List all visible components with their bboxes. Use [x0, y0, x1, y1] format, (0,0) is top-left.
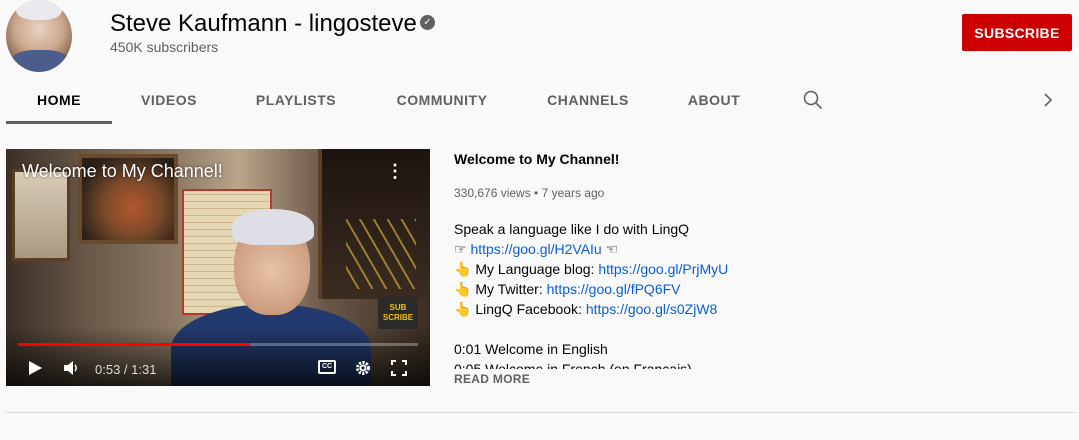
search-icon[interactable]	[803, 90, 823, 110]
subscriber-count: 450K subscribers	[110, 39, 219, 55]
channel-tabs: HOME VIDEOS PLAYLISTS COMMUNITY CHANNELS…	[0, 76, 1079, 124]
tab-videos[interactable]: VIDEOS	[118, 76, 220, 124]
description-line-blog: 👆 My Language blog: https://goo.gl/PrjMy…	[454, 259, 854, 279]
more-vert-icon[interactable]: ⋮	[386, 161, 404, 181]
timestamp-link[interactable]: 0:05 Welcome in French (en Français)	[454, 361, 692, 369]
channel-header: Steve Kaufmann - lingosteve ✓ 450K subsc…	[0, 0, 1079, 80]
verified-icon: ✓	[420, 15, 435, 30]
video-metadata: 330,676 views • 7 years ago	[454, 186, 605, 200]
captions-icon[interactable]: CC	[318, 360, 336, 374]
tab-home[interactable]: HOME	[6, 76, 112, 124]
facebook-link[interactable]: https://goo.gl/s0ZjW8	[586, 301, 718, 317]
channel-name: Steve Kaufmann - lingosteve	[110, 10, 417, 37]
tab-about[interactable]: ABOUT	[676, 76, 752, 124]
video-frame	[12, 169, 70, 261]
video-frame	[346, 219, 416, 289]
avatar-shirt	[10, 50, 70, 72]
avatar-hair	[16, 0, 62, 20]
description-line-facebook: 👆 LingQ Facebook: https://goo.gl/s0ZjW8	[454, 299, 854, 319]
volume-icon[interactable]	[62, 359, 80, 377]
chevron-right-icon[interactable]	[1040, 90, 1056, 110]
featured-section: SUB SCRIBE Welcome to My Channel! ⋮ 0:53…	[0, 124, 1079, 440]
subscribe-watermark[interactable]: SUB SCRIBE	[378, 297, 418, 329]
progress-fill	[18, 343, 250, 346]
lingq-link[interactable]: https://goo.gl/H2VAIu	[470, 241, 601, 257]
read-more-button[interactable]: READ MORE	[454, 372, 530, 386]
pointing-hand-icon: ☞	[454, 241, 471, 257]
description-gap	[454, 319, 854, 339]
facebook-label: 👆 LingQ Facebook:	[454, 301, 586, 317]
play-icon[interactable]	[26, 359, 44, 377]
tab-community[interactable]: COMMUNITY	[386, 76, 498, 124]
blog-link[interactable]: https://goo.gl/PrjMyU	[598, 261, 728, 277]
description-intro: Speak a language like I do with LingQ	[454, 221, 690, 237]
tab-playlists[interactable]: PLAYLISTS	[246, 76, 346, 124]
video-description: Speak a language like I do with LingQ ☞ …	[454, 219, 854, 369]
settings-gear-icon[interactable]	[354, 359, 372, 377]
fullscreen-icon[interactable]	[390, 359, 408, 377]
description-line-twitter: 👆 My Twitter: https://goo.gl/fPQ6FV	[454, 279, 854, 299]
twitter-label: 👆 My Twitter:	[454, 281, 547, 297]
video-player[interactable]: SUB SCRIBE Welcome to My Channel! ⋮ 0:53…	[6, 149, 430, 386]
time-display: 0:53 / 1:31	[95, 362, 157, 377]
timestamp-link[interactable]: 0:01 Welcome in English	[454, 341, 608, 357]
subscribe-button[interactable]: SUBSCRIBE	[962, 14, 1072, 51]
blog-label: 👆 My Language blog:	[454, 261, 599, 277]
video-frame	[232, 209, 314, 245]
tab-channels[interactable]: CHANNELS	[538, 76, 638, 124]
timestamp-line: 0:05 Welcome in French (en Français)	[454, 359, 854, 369]
section-divider	[6, 412, 1076, 413]
description-line-lingq: ☞ https://goo.gl/H2VAIu ☜	[454, 239, 854, 259]
twitter-link[interactable]: https://goo.gl/fPQ6FV	[547, 281, 681, 297]
controls-gradient	[6, 326, 430, 386]
progress-bar[interactable]	[18, 343, 418, 346]
pointing-hand-icon: ☜	[601, 241, 619, 257]
channel-avatar[interactable]	[6, 0, 72, 72]
timestamp-line: 0:01 Welcome in English	[454, 339, 854, 359]
video-title[interactable]: Welcome to My Channel!	[454, 151, 619, 167]
video-overlay-title[interactable]: Welcome to My Channel!	[22, 161, 223, 182]
